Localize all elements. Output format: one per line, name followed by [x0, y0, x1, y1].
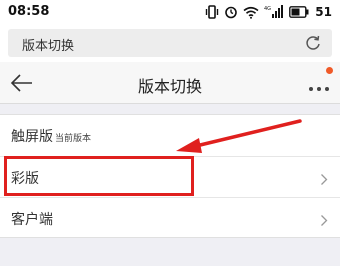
pointer-arrow	[176, 119, 302, 153]
